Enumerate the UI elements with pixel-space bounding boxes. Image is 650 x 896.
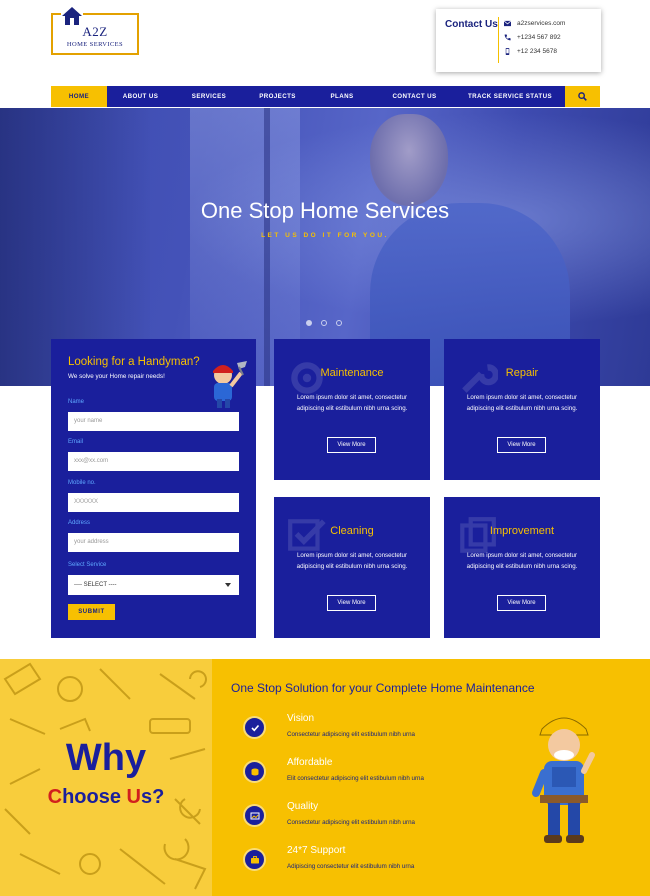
solution-title: One Stop Solution for your Complete Home… [231, 681, 535, 695]
address-label: Address [68, 520, 91, 526]
service-title: Cleaning [330, 525, 374, 537]
feature-title: Vision [287, 713, 315, 724]
choose-us-mid: hoose [62, 786, 127, 808]
contact-mobile-text: +12 234 5678 [517, 48, 557, 55]
hero-subtitle: LET US DO IT FOR YOU. [261, 232, 389, 239]
feature-text: Elit consectetur adipiscing elit estibul… [287, 775, 424, 782]
contact-mobile[interactable]: +12 234 5678 [504, 48, 557, 55]
handyman-mascot-icon [532, 717, 595, 843]
slider-dot-1[interactable] [306, 320, 312, 326]
feature-title: 24*7 Support [287, 845, 346, 856]
name-input[interactable]: your name [68, 412, 239, 431]
service-title: Maintenance [320, 367, 384, 379]
contact-email[interactable]: a2zservices.com [504, 20, 565, 27]
logo-subtitle: HOME SERVICES [66, 41, 124, 48]
picture-icon [243, 804, 266, 827]
service-title: Repair [505, 367, 539, 379]
service-card-improvement[interactable]: Improvement Lorem ipsum dolor sit amet, … [444, 497, 600, 638]
slider-dot-2[interactable] [321, 320, 327, 326]
form-title: Looking for a Handyman? [68, 356, 200, 368]
mobile-icon [505, 48, 510, 55]
page: A2Z HOME SERVICES Contact Us a2zservices… [0, 0, 650, 896]
nav-item-plans[interactable]: PLANS [311, 86, 373, 107]
feature-text: Consectetur adipiscing elit estibulum ni… [287, 819, 415, 826]
handyman-icon [213, 361, 247, 408]
service-select-value: ---- SELECT ---- [74, 582, 117, 588]
mobile-label: Mobile no. [68, 480, 96, 486]
logo-title: A2Z [82, 24, 108, 39]
hero-title: One Stop Home Services [200, 198, 450, 223]
service-card-maintenance[interactable]: Maintenance Lorem ipsum dolor sit amet, … [274, 339, 430, 480]
view-more-button[interactable]: View More [497, 595, 546, 611]
why-heading: Why [65, 737, 147, 779]
contact-phone-text: +1234 567 892 [517, 34, 561, 41]
service-text: Lorem ipsum dolor sit amet, consectetur … [296, 394, 408, 412]
contact-phone[interactable]: +1234 567 892 [504, 34, 561, 41]
view-more-button[interactable]: View More [327, 437, 376, 453]
address-textarea[interactable]: your address [68, 533, 239, 552]
nav-item-track-status[interactable]: TRACK SERVICE STATUS [456, 86, 564, 107]
solution-panel: One Stop Solution for your Complete Home… [212, 659, 650, 896]
nav-item-about[interactable]: ABOUT US [107, 86, 174, 107]
hero-squeegee-pole [264, 108, 270, 386]
mobile-input[interactable]: XXXXXX [68, 493, 239, 512]
nav-item-projects[interactable]: PROJECTS [244, 86, 311, 107]
slider-dots [306, 320, 342, 326]
feature-text: Consectetur adipiscing elit estibulum ni… [287, 731, 415, 738]
house-icon [61, 6, 83, 26]
feature-text: Adipiscing consectetur elit estibulum ni… [287, 863, 415, 870]
choose-us-end: s? [141, 786, 165, 808]
contact-title: Contact Us [445, 19, 498, 30]
site-logo[interactable]: A2Z HOME SERVICES [51, 6, 139, 55]
phone-icon [504, 34, 511, 41]
choose-us-heading: Choose Us? [0, 786, 212, 809]
email-label: Email [68, 439, 84, 445]
choose-us-c: C [47, 786, 63, 808]
view-more-button[interactable]: View More [327, 595, 376, 611]
search-icon [578, 92, 587, 101]
service-label: Select Service [68, 562, 107, 568]
service-card-repair[interactable]: Repair Lorem ipsum dolor sit amet, conse… [444, 339, 600, 480]
service-text: Lorem ipsum dolor sit amet, consectetur … [466, 552, 578, 570]
contact-email-text: a2zservices.com [517, 20, 566, 27]
feature-title: Affordable [287, 757, 333, 768]
handyman-form: Looking for a Handyman? We solve your Ho… [51, 339, 256, 638]
service-text: Lorem ipsum dolor sit amet, consectetur … [466, 394, 578, 412]
contact-box: Contact Us a2zservices.com +1234 567 892… [436, 9, 601, 72]
name-label: Name [68, 399, 85, 405]
email-input[interactable]: xxx@xx.com [68, 452, 239, 471]
nav-item-services[interactable]: SERVICES [174, 86, 244, 107]
why-choose-us-panel: Why Choose Us? [0, 659, 212, 896]
nav-item-contact[interactable]: CONTACT US [373, 86, 456, 107]
feature-title: Quality [287, 801, 319, 812]
check-icon [243, 716, 266, 739]
nav-item-home[interactable]: HOME [51, 86, 107, 107]
nav-search-button[interactable] [565, 86, 600, 107]
service-card-cleaning[interactable]: Cleaning Lorem ipsum dolor sit amet, con… [274, 497, 430, 638]
contact-divider [498, 17, 499, 63]
service-title: Improvement [489, 525, 555, 537]
coins-icon [243, 760, 266, 783]
hero-person-head [370, 114, 448, 206]
main-nav: HOME ABOUT US SERVICES PROJECTS PLANS CO… [51, 86, 600, 107]
view-more-button[interactable]: View More [497, 437, 546, 453]
slider-dot-3[interactable] [336, 320, 342, 326]
briefcase-icon [243, 848, 266, 871]
service-text: Lorem ipsum dolor sit amet, consectetur … [296, 552, 408, 570]
chevron-down-icon [225, 583, 231, 587]
form-subtitle: We solve your Home repair needs! [68, 373, 165, 380]
submit-button[interactable]: SUBMIT [68, 604, 115, 620]
service-select[interactable]: ---- SELECT ---- [68, 575, 239, 595]
choose-us-u: U [126, 786, 141, 808]
envelope-icon [504, 20, 511, 27]
